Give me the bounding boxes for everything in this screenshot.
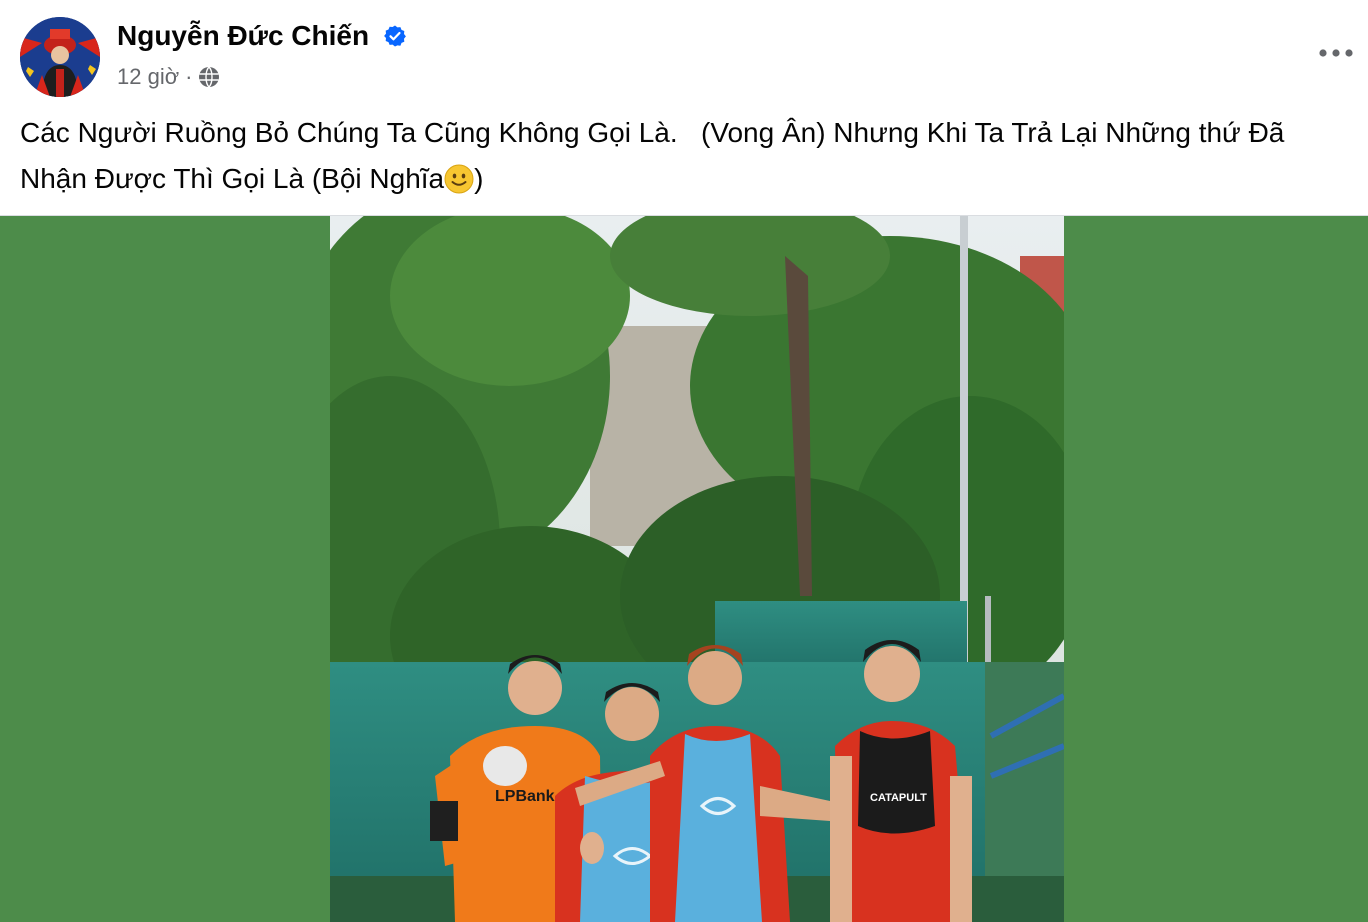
post-text: Các Người Ruồng Bỏ Chúng Ta Cũng Không G…	[20, 110, 1350, 202]
media-container: LPBank CATAPULT	[0, 216, 1368, 922]
post-timestamp[interactable]: 12 giờ	[117, 64, 179, 90]
author-avatar[interactable]	[20, 17, 100, 97]
post-photo[interactable]: LPBank CATAPULT	[330, 216, 1064, 922]
post-body: Các Người Ruồng Bỏ Chúng Ta Cũng Không G…	[20, 117, 1293, 194]
jersey-text: LPBank	[495, 788, 555, 805]
post-header: Nguyễn Đức Chiến 12 giờ · Các Người Ruồn…	[0, 0, 1368, 216]
verified-badge-icon	[384, 25, 406, 47]
post-meta: 12 giờ ·	[117, 62, 220, 92]
author-name[interactable]: Nguyễn Đức Chiến	[117, 18, 369, 54]
post-body-end: )	[474, 163, 484, 194]
more-options-button[interactable]	[1316, 36, 1356, 70]
vest-text: CATAPULT	[870, 792, 927, 804]
globe-icon[interactable]	[198, 66, 220, 88]
slightly-smiling-face-icon	[444, 164, 474, 194]
meta-separator: ·	[185, 64, 193, 89]
more-horizontal-icon	[1319, 49, 1353, 57]
